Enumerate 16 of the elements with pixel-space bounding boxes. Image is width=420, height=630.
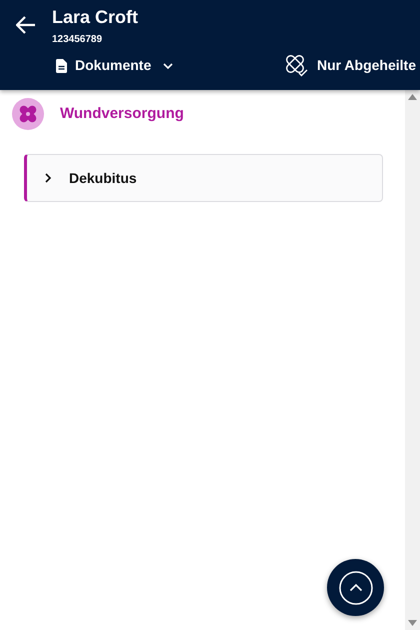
wound-item[interactable]: Dekubitus: [24, 154, 383, 202]
documents-dropdown[interactable]: Dokumente: [56, 55, 174, 76]
patient-name: Lara Croft: [52, 8, 138, 28]
patient-id: 123456789: [52, 32, 102, 47]
section-title: Wundversorgung: [60, 104, 184, 124]
scroll-down-icon[interactable]: [408, 620, 417, 626]
bandage-check-icon: [284, 54, 309, 77]
bandage-icon: [12, 98, 44, 130]
healed-filter-button[interactable]: Nur Abgeheilte: [284, 54, 416, 77]
scroll-up-icon[interactable]: [408, 94, 417, 100]
document-icon: [56, 58, 67, 73]
scroll-to-top-button[interactable]: [327, 559, 384, 616]
arrow-up-icon: [338, 570, 372, 604]
chevron-icon: [163, 62, 174, 70]
back-button[interactable]: [16, 16, 36, 34]
chevron-icon: [43, 173, 53, 183]
